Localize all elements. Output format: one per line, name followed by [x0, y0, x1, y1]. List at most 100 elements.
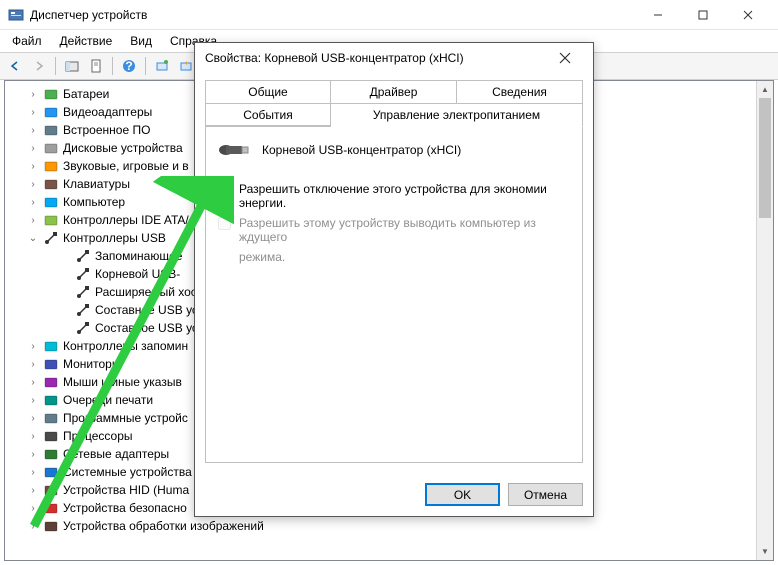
show-hide-console-button[interactable] — [61, 55, 83, 77]
tree-node-label: Расширяемый хост — [95, 285, 202, 299]
minimize-button[interactable] — [635, 1, 680, 29]
tree-node-label: Устройства безопасно — [63, 501, 187, 515]
tab-driver[interactable]: Драйвер — [331, 80, 457, 104]
expander-icon[interactable]: › — [27, 340, 39, 352]
ok-button[interactable]: OK — [425, 483, 500, 506]
scroll-up-button[interactable]: ▲ — [757, 81, 773, 98]
expander-icon[interactable]: › — [27, 466, 39, 478]
back-button[interactable] — [4, 55, 26, 77]
device-icon — [75, 320, 91, 336]
dialog-button-bar: OK Отмена — [195, 473, 593, 516]
dialog-title: Свойства: Корневой USB-концентратор (xHC… — [205, 51, 547, 65]
expander-icon — [59, 268, 71, 280]
properties-dialog: Свойства: Корневой USB-концентратор (xHC… — [194, 42, 594, 517]
expander-icon[interactable]: › — [27, 430, 39, 442]
expander-icon[interactable]: › — [27, 412, 39, 424]
tree-node-label: Контроллеры USB — [63, 231, 166, 245]
tab-details[interactable]: Сведения — [457, 80, 583, 104]
tree-node-label: Контроллеры IDE ATA/ — [63, 213, 189, 227]
device-icon — [43, 428, 59, 444]
expander-icon[interactable]: › — [27, 178, 39, 190]
device-icon — [43, 338, 59, 354]
tree-node-label: Составное USB устр — [95, 321, 210, 335]
app-icon — [8, 7, 24, 23]
scroll-thumb[interactable] — [759, 98, 771, 218]
toolbar-separator — [112, 57, 113, 75]
tree-node-label: Устройства обработки изображений — [63, 519, 264, 533]
tree-node-label: Клавиатуры — [63, 177, 130, 191]
tab-general[interactable]: Общие — [205, 80, 331, 104]
allow-wake-checkbox — [218, 217, 231, 230]
expander-icon[interactable]: ⌄ — [27, 232, 39, 244]
tree-node-label: Системные устройства — [63, 465, 192, 479]
expander-icon[interactable]: › — [27, 520, 39, 532]
device-icon — [43, 410, 59, 426]
dialog-titlebar[interactable]: Свойства: Корневой USB-концентратор (xHC… — [195, 43, 593, 73]
tree-node-label: Компьютер — [63, 195, 125, 209]
allow-wake-label-line2: режима. — [239, 250, 285, 264]
expander-icon[interactable]: › — [27, 376, 39, 388]
tab-row-2: События Управление электропитанием — [205, 103, 583, 126]
expander-icon[interactable]: › — [27, 358, 39, 370]
device-icon — [43, 158, 59, 174]
tab-row-1: Общие Драйвер Сведения — [205, 79, 583, 103]
tab-events[interactable]: События — [205, 104, 331, 127]
tree-node-label: Очереди печати — [63, 393, 153, 407]
svg-text:?: ? — [125, 59, 132, 73]
tree-node-label: Мыши и иные указыв — [63, 375, 182, 389]
expander-icon[interactable]: › — [27, 448, 39, 460]
expander-icon[interactable]: › — [27, 214, 39, 226]
forward-button[interactable] — [28, 55, 50, 77]
window-title: Диспетчер устройств — [30, 8, 635, 22]
tree-node-label: Звуковые, игровые и в — [63, 159, 189, 173]
expander-icon[interactable]: › — [27, 394, 39, 406]
tree-node-label: Мониторы — [63, 357, 120, 371]
allow-turn-off-checkbox-row[interactable]: Разрешить отключение этого устройства дл… — [218, 182, 570, 210]
menu-action[interactable]: Действие — [52, 32, 121, 50]
device-icon — [43, 518, 59, 534]
expander-icon[interactable]: › — [27, 106, 39, 118]
toolbar-separator — [55, 57, 56, 75]
menu-view[interactable]: Вид — [122, 32, 160, 50]
tree-node-label: Корневой USB- — [95, 267, 180, 281]
help-button[interactable]: ? — [118, 55, 140, 77]
tree-node-label: Запоминающее — [95, 249, 182, 263]
tab-content: Корневой USB-концентратор (xHCI) Разреши… — [205, 125, 583, 463]
expander-icon[interactable]: › — [27, 142, 39, 154]
tree-node-label: Процессоры — [63, 429, 133, 443]
device-icon — [43, 86, 59, 102]
device-header: Корневой USB-концентратор (xHCI) — [218, 140, 570, 160]
allow-turn-off-checkbox[interactable] — [218, 183, 231, 196]
device-icon — [43, 356, 59, 372]
scroll-down-button[interactable]: ▼ — [757, 543, 773, 560]
expander-icon[interactable]: › — [27, 160, 39, 172]
tree-node[interactable]: › Устройства обработки изображений — [7, 517, 771, 535]
expander-icon — [59, 286, 71, 298]
dialog-close-button[interactable] — [547, 44, 583, 72]
expander-icon[interactable]: › — [27, 124, 39, 136]
menu-file[interactable]: Файл — [4, 32, 50, 50]
scan-hardware-button[interactable] — [151, 55, 173, 77]
device-icon — [43, 482, 59, 498]
expander-icon[interactable]: › — [27, 484, 39, 496]
maximize-button[interactable] — [680, 1, 725, 29]
device-icon — [75, 302, 91, 318]
tab-power-management[interactable]: Управление электропитанием — [331, 104, 583, 127]
vertical-scrollbar[interactable]: ▲ ▼ — [756, 81, 773, 560]
properties-button[interactable] — [85, 55, 107, 77]
tree-node-label: Встроенное ПО — [63, 123, 150, 137]
expander-icon[interactable]: › — [27, 196, 39, 208]
device-icon — [43, 464, 59, 480]
device-icon — [43, 374, 59, 390]
expander-icon[interactable]: › — [27, 502, 39, 514]
allow-wake-checkbox-row: Разрешить этому устройству выводить комп… — [218, 216, 570, 244]
device-icon — [75, 266, 91, 282]
allow-wake-label-line2-row: режима. — [239, 250, 570, 264]
allow-turn-off-label: Разрешить отключение этого устройства дл… — [239, 182, 570, 210]
expander-icon — [59, 322, 71, 334]
device-icon — [43, 230, 59, 246]
cancel-button[interactable]: Отмена — [508, 483, 583, 506]
tree-node-label: Устройства HID (Huma — [63, 483, 189, 497]
close-button[interactable] — [725, 1, 770, 29]
expander-icon[interactable]: › — [27, 88, 39, 100]
